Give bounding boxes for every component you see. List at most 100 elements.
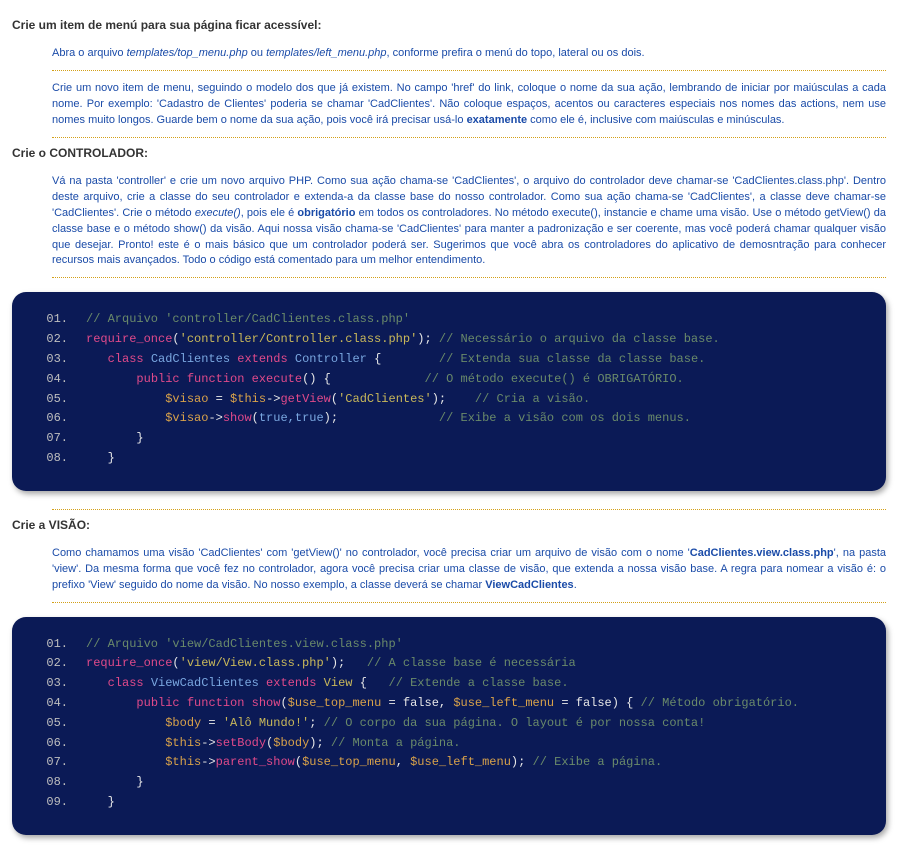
code-var: $use_top_menu [288, 696, 382, 710]
code-comment: // A classe base é necessária [345, 656, 575, 670]
code-plain: -> [266, 392, 280, 406]
code-var: $use_left_menu [453, 696, 554, 710]
code-plain: -> [201, 755, 215, 769]
text: , pois ele é [241, 207, 298, 219]
file-path: templates/left_menu.php [266, 47, 386, 59]
code-plain: ( [252, 411, 259, 425]
code-block-controller: 01.// Arquivo 'controller/CadClientes.cl… [12, 292, 886, 490]
line-number: 03. [32, 350, 86, 370]
code-keyword: public [136, 372, 186, 386]
emphasis: exatamente [467, 114, 528, 126]
code-keyword: require_once [86, 332, 172, 346]
code-function: execute [252, 372, 302, 386]
code-comment: // Exibe a visão com os dois menus. [338, 411, 691, 425]
code-plain: ( [172, 332, 179, 346]
code-var: $this [165, 755, 201, 769]
code-class: Controller [288, 352, 374, 366]
text: . [574, 579, 577, 591]
code-plain: ( [295, 755, 302, 769]
code-line: 01.// Arquivo 'controller/CadClientes.cl… [32, 310, 866, 330]
code-plain: -> [201, 736, 215, 750]
code-plain: ); [511, 755, 525, 769]
code-function: getView [280, 392, 330, 406]
code-comment: // Exibe a página. [525, 755, 662, 769]
code-keyword: extends [237, 352, 287, 366]
note: Abra o arquivo templates/top_menu.php ou… [52, 42, 886, 71]
code-keyword: public [136, 696, 186, 710]
code-string: 'CadClientes' [338, 392, 432, 406]
code-plain: -> [208, 411, 222, 425]
code-var: $this [230, 392, 266, 406]
code-var: $visao [165, 392, 208, 406]
code-keyword: class [108, 676, 144, 690]
code-plain: ); [331, 656, 345, 670]
line-number: 08. [32, 773, 86, 793]
code-plain: ) { [612, 696, 634, 710]
code-var: $body [165, 716, 201, 730]
code-plain: } [108, 451, 115, 465]
text: ou [248, 47, 266, 59]
code-line: 02.require_once('controller/Controller.c… [32, 330, 866, 350]
code-var: $this [165, 736, 201, 750]
code-plain: = false, [381, 696, 453, 710]
code-line: 05. $visao = $this->getView('CadClientes… [32, 390, 866, 410]
text: Abra o arquivo [52, 47, 127, 59]
code-line: 06. $visao->show(true,true); // Exibe a … [32, 409, 866, 429]
code-plain: ( [280, 696, 287, 710]
code-function: show [252, 696, 281, 710]
code-line: 04. public function execute() { // O mét… [32, 370, 866, 390]
line-number: 07. [32, 429, 86, 449]
code-plain: , [396, 755, 410, 769]
line-number: 02. [32, 330, 86, 350]
class-link[interactable]: ViewCadClientes [485, 579, 573, 591]
code-args: true,true [259, 411, 324, 425]
code-plain: { [360, 676, 367, 690]
code-plain: ( [331, 392, 338, 406]
line-number: 06. [32, 734, 86, 754]
line-number: 03. [32, 674, 86, 694]
code-function: setBody [216, 736, 266, 750]
note: Como chamamos uma visão 'CadClientes' co… [52, 542, 886, 603]
method-name: execute() [195, 207, 241, 219]
code-var: $use_top_menu [302, 755, 396, 769]
code-keyword: extends [266, 676, 316, 690]
code-line: 03. class CadClientes extends Controller… [32, 350, 866, 370]
code-keyword: class [108, 352, 144, 366]
code-plain: = false [554, 696, 612, 710]
code-comment: // O corpo da sua página. O layout é por… [316, 716, 705, 730]
code-plain: = [201, 716, 223, 730]
code-line: 08. } [32, 773, 866, 793]
text: , conforme prefira o menú do topo, later… [387, 47, 645, 59]
code-class: CadClientes [144, 352, 238, 366]
code-line: 08. } [32, 449, 866, 469]
line-number: 06. [32, 409, 86, 429]
code-comment: // Monta a página. [324, 736, 461, 750]
code-plain: ( [172, 656, 179, 670]
emphasis: obrigatório [297, 207, 355, 219]
code-comment: // Extenda sua classe da classe base. [381, 352, 705, 366]
code-line: 09. } [32, 793, 866, 813]
code-plain: ); [309, 736, 323, 750]
heading-menu-item: Crie um item de menú para sua página fic… [12, 18, 886, 32]
code-var: $use_left_menu [410, 755, 511, 769]
line-number: 04. [32, 694, 86, 714]
code-comment: // Arquivo 'controller/CadClientes.class… [86, 312, 410, 326]
code-plain: ); [417, 332, 431, 346]
code-plain: } [108, 795, 115, 809]
line-number: 01. [32, 310, 86, 330]
line-number: 04. [32, 370, 86, 390]
code-line: 02.require_once('view/View.class.php'); … [32, 654, 866, 674]
code-comment: // O método execute() é OBRIGATÓRIO. [331, 372, 684, 386]
heading-controller: Crie o CONTROLADOR: [12, 146, 886, 160]
line-number: 05. [32, 390, 86, 410]
code-line: 07. } [32, 429, 866, 449]
code-plain: } [136, 775, 143, 789]
code-plain: = [208, 392, 230, 406]
code-plain: ); [324, 411, 338, 425]
note: Vá na pasta 'controller' e crie um novo … [52, 170, 886, 279]
code-class: View [316, 676, 359, 690]
code-block-view: 01.// Arquivo 'view/CadClientes.view.cla… [12, 617, 886, 835]
code-comment: // Necessário o arquivo da classe base. [432, 332, 720, 346]
divider [52, 509, 886, 510]
line-number: 09. [32, 793, 86, 813]
